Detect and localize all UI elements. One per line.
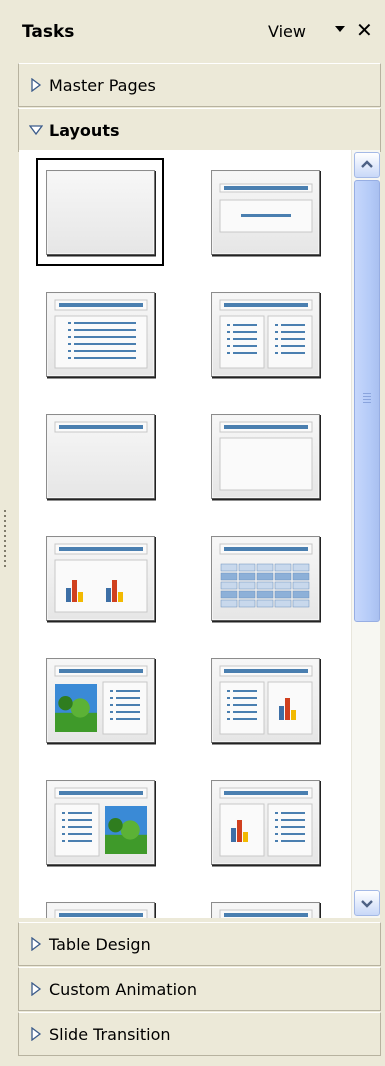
dropdown-arrow-icon[interactable]: [335, 26, 345, 32]
layout-partial-2[interactable]: [211, 902, 321, 918]
layout-thumbnail: [211, 902, 321, 918]
layout-thumbnail: [46, 292, 156, 379]
section-slide-transition[interactable]: Slide Transition: [18, 1012, 381, 1056]
triangle-down-icon: [29, 123, 43, 137]
layout-thumbnail: [211, 414, 321, 501]
layout-thumbnail: [46, 536, 156, 623]
close-icon[interactable]: ✕: [356, 18, 373, 42]
section-label: Master Pages: [49, 75, 156, 95]
layout-thumbnail: [211, 536, 321, 623]
triangle-right-icon: [29, 78, 43, 92]
section-layouts[interactable]: Layouts: [18, 108, 381, 152]
layout-title-image-content[interactable]: [46, 658, 156, 746]
section-table-design[interactable]: Table Design: [18, 922, 381, 966]
layout-title-content[interactable]: [46, 292, 156, 380]
splitter-grip[interactable]: [3, 510, 7, 570]
layout-thumbnail: [211, 292, 321, 379]
layout-thumbnail: [46, 414, 156, 501]
section-label: Custom Animation: [49, 979, 197, 999]
layout-title-slide[interactable]: [211, 170, 321, 258]
layout-title-only[interactable]: [46, 414, 156, 502]
panel-title: Tasks: [22, 22, 75, 42]
layout-centered-text[interactable]: [211, 414, 321, 502]
layout-thumbnail: [46, 658, 156, 745]
layout-title-2-charts[interactable]: [46, 536, 156, 624]
layout-title-content-image[interactable]: [46, 780, 156, 868]
layout-thumbnail: [46, 170, 156, 257]
layout-thumbnail: [211, 170, 321, 257]
chevron-down-icon[interactable]: [354, 890, 380, 916]
chevron-up-icon[interactable]: [354, 152, 380, 178]
layout-thumbnail: [46, 902, 156, 918]
triangle-right-icon: [29, 937, 43, 951]
section-master-pages[interactable]: Master Pages: [18, 63, 381, 107]
layout-thumbnail: [211, 780, 321, 867]
panel-header: Tasks View ✕: [10, 0, 385, 60]
tasks-panel: Tasks View ✕ Master Pages Layouts Table …: [10, 0, 385, 1066]
layout-partial-1[interactable]: [46, 902, 156, 918]
layout-title-2-content[interactable]: [211, 292, 321, 380]
layout-title-content-chart[interactable]: [211, 658, 321, 746]
triangle-right-icon: [29, 1027, 43, 1041]
layout-blank[interactable]: [46, 170, 156, 258]
layouts-gallery: [19, 150, 351, 918]
layout-thumbnail: [211, 658, 321, 745]
layout-thumbnail: [46, 780, 156, 867]
section-label: Slide Transition: [49, 1024, 171, 1044]
layout-title-table[interactable]: [211, 536, 321, 624]
scrollbar-thumb[interactable]: [354, 180, 380, 622]
section-label: Layouts: [49, 120, 120, 140]
layouts-scrollbar[interactable]: [351, 150, 380, 918]
view-menu-button[interactable]: View: [268, 22, 306, 41]
section-label: Table Design: [49, 934, 151, 954]
layout-title-chart-content[interactable]: [211, 780, 321, 868]
triangle-right-icon: [29, 982, 43, 996]
section-custom-animation[interactable]: Custom Animation: [18, 967, 381, 1011]
